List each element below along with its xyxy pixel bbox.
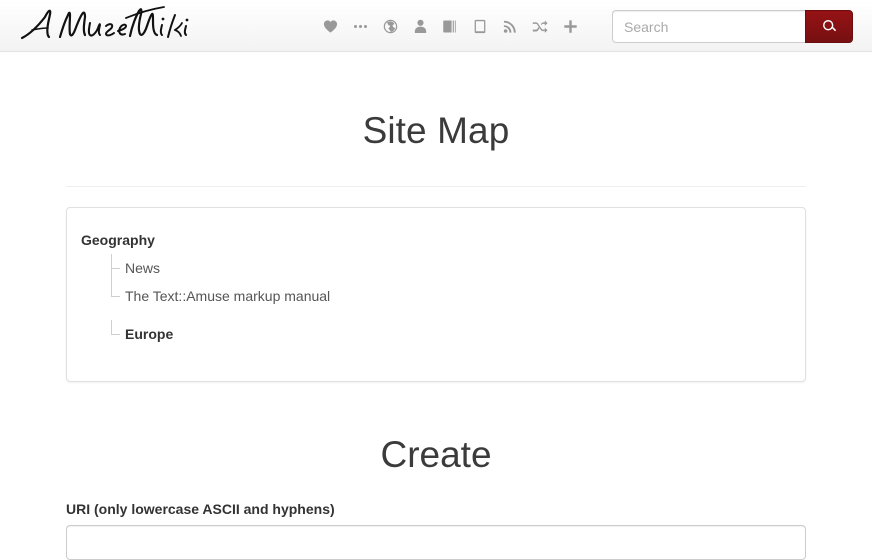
heart-icon[interactable] (315, 0, 345, 52)
search-input[interactable] (612, 10, 805, 43)
site-logo-signature (20, 6, 189, 40)
uri-input[interactable] (66, 525, 806, 560)
sitemap-panel: Geography News The Text::Amuse markup ma… (66, 207, 806, 382)
search-form (612, 10, 853, 43)
user-icon[interactable] (405, 0, 435, 52)
uri-field-label: URI (only lowercase ASCII and hyphens) (66, 501, 335, 517)
sitemap-children: News The Text::Amuse markup manual Europ… (81, 254, 783, 348)
create-form: URI (only lowercase ASCII and hyphens) (66, 501, 806, 560)
navbar-icon-group (315, 0, 585, 52)
random-icon[interactable] (525, 0, 555, 52)
sitemap-item-amuse-manual[interactable]: The Text::Amuse markup manual (111, 282, 783, 310)
create-heading: Create (380, 434, 492, 475)
title-divider (66, 186, 806, 187)
sitemap-tree: Geography News The Text::Amuse markup ma… (81, 232, 783, 348)
globe-icon[interactable] (375, 0, 405, 52)
ellipsis-icon[interactable] (345, 0, 375, 52)
plus-icon[interactable] (555, 0, 585, 52)
sitemap-root-geography[interactable]: Geography (81, 232, 783, 248)
site-logo[interactable] (18, 2, 198, 48)
search-icon (822, 19, 837, 34)
page-title: Site Map (362, 110, 510, 151)
top-navbar (0, 0, 872, 52)
sitemap-item-news[interactable]: News (111, 254, 783, 282)
sitemap-group-pages: News The Text::Amuse markup manual (111, 254, 783, 310)
rss-icon[interactable] (495, 0, 525, 52)
search-button[interactable] (805, 10, 853, 43)
sitemap-group-categories: Europe (111, 320, 783, 348)
book-icon[interactable] (435, 0, 465, 52)
sitemap-item-europe[interactable]: Europe (111, 320, 783, 348)
tablet-icon[interactable] (465, 0, 495, 52)
page-container: Site Map Geography News The Text::Amuse … (66, 52, 806, 560)
